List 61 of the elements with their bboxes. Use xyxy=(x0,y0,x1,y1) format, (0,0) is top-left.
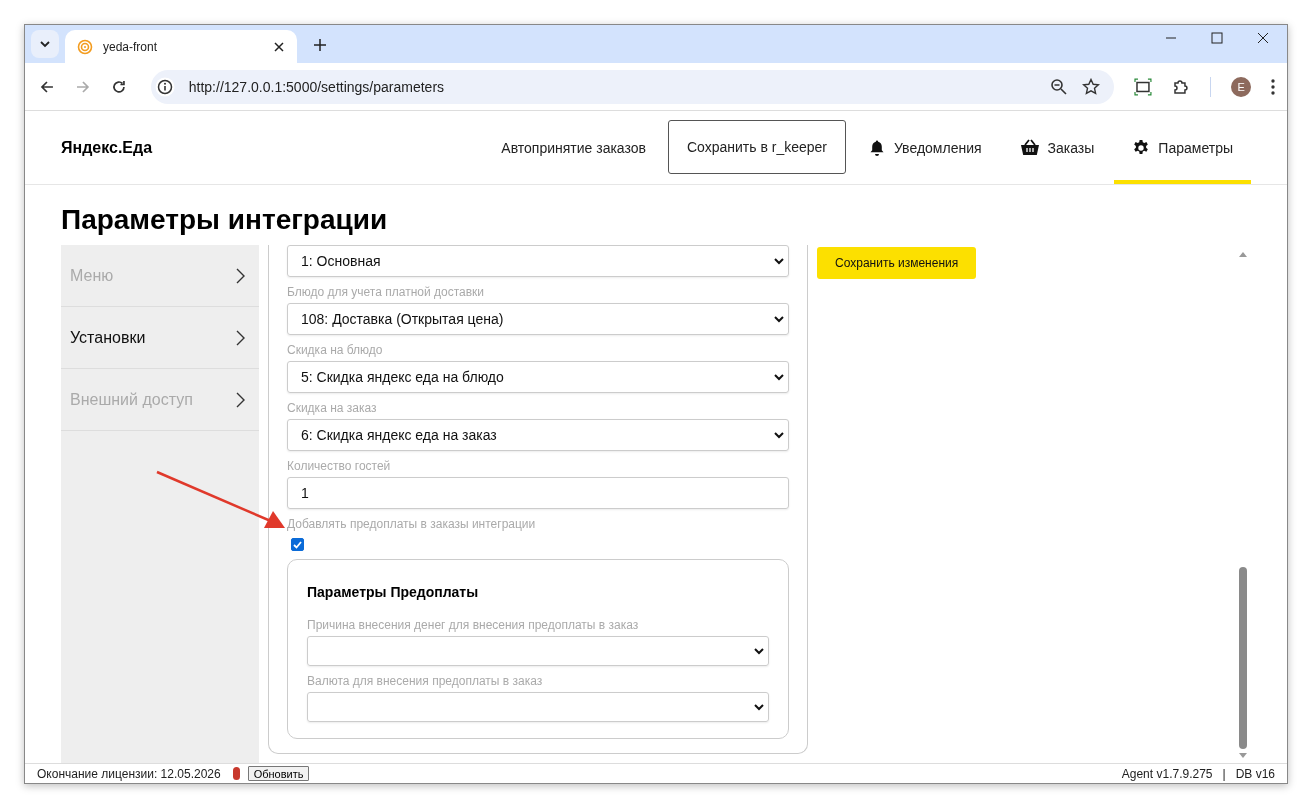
address-bar[interactable]: http://127.0.0.1:5000/settings/parameters xyxy=(150,69,1115,104)
field-label: Валюта для внесения предоплаты в заказ xyxy=(307,674,544,688)
chevron-down-icon xyxy=(774,315,784,323)
chevron-down-icon xyxy=(39,38,51,50)
field-label: Причина внесения денег для внесения предоплаты в заказ xyxy=(307,618,640,632)
info-icon[interactable] xyxy=(154,76,175,97)
nav-link[interactable]: Сохранить в r_keeper xyxy=(667,120,846,174)
dropdown[interactable]: 5: Скидка яндекс еда на блюдо xyxy=(287,361,789,393)
separator: | xyxy=(1222,766,1226,781)
zoom-out-icon[interactable] xyxy=(1050,77,1069,96)
scrollbar-thumb[interactable] xyxy=(1239,567,1247,749)
nav-link[interactable]: Уведомления xyxy=(850,111,1000,184)
close-icon[interactable] xyxy=(273,40,285,53)
dropdown[interactable]: 1: Основная xyxy=(287,245,789,277)
gear-icon xyxy=(1132,138,1151,157)
page-title: Параметры интеграции xyxy=(60,203,389,237)
maximize-icon[interactable] xyxy=(1211,32,1223,44)
sidebar-item[interactable]: Установки xyxy=(61,307,259,369)
scroll-down-icon[interactable] xyxy=(1238,753,1248,759)
star-icon[interactable] xyxy=(1082,77,1101,96)
more-icon[interactable] xyxy=(1271,78,1275,95)
chevron-right-icon xyxy=(235,391,245,408)
profile-avatar[interactable]: E xyxy=(1231,76,1252,97)
checkbox[interactable] xyxy=(291,538,304,551)
nav-link[interactable]: Заказы xyxy=(1001,111,1113,184)
chevron-down-icon xyxy=(754,647,764,655)
license-text: Окончание лицензии: 12.05.2026 xyxy=(37,766,221,781)
reload-icon[interactable] xyxy=(110,78,127,95)
brand-logo[interactable]: Яндекс.Еда xyxy=(61,138,153,157)
nav-link[interactable]: Параметры xyxy=(1114,111,1251,184)
field-label: Количество гостей xyxy=(287,459,392,473)
chevron-right-icon xyxy=(235,329,245,346)
new-tab-icon[interactable] xyxy=(313,38,327,52)
dropdown[interactable]: 6: Скидка яндекс еда на заказ xyxy=(287,419,789,451)
nav-link[interactable]: Автопринятие заказов xyxy=(483,111,664,184)
db-version: DB v16 xyxy=(1235,766,1275,781)
field-label: Скидка на блюдо xyxy=(287,343,384,357)
field-label: Скидка на заказ xyxy=(287,401,378,415)
chevron-down-icon xyxy=(774,431,784,439)
input-field[interactable]: 1 xyxy=(287,477,789,509)
chevron-right-icon xyxy=(235,267,245,284)
puzzle-icon[interactable] xyxy=(1172,77,1191,96)
tab-title: yeda-front xyxy=(103,39,159,54)
browser-tab[interactable]: yeda-front xyxy=(65,30,297,63)
chevron-down-icon xyxy=(774,373,784,381)
close-icon[interactable] xyxy=(1257,32,1269,44)
tab-search-button[interactable] xyxy=(31,30,59,58)
refresh-button[interactable]: Обновить xyxy=(247,766,310,781)
chevron-down-icon xyxy=(754,703,764,711)
spiral-logo-icon xyxy=(77,38,93,55)
section-title: Параметры Предоплаты xyxy=(307,584,480,600)
chevron-down-icon xyxy=(774,257,784,265)
bell-icon xyxy=(868,138,886,157)
screen-capture-icon[interactable] xyxy=(1134,77,1153,96)
save-button[interactable]: Сохранить изменения xyxy=(817,247,977,279)
basket-icon xyxy=(1019,138,1040,157)
field-label: Блюдо для учета платной доставки xyxy=(287,285,485,299)
scroll-up-icon[interactable] xyxy=(1238,251,1248,257)
agent-version: Agent v1.7.9.275 xyxy=(1121,766,1213,781)
field-label: Добавлять предоплаты в заказы интеграции xyxy=(287,517,537,531)
dropdown[interactable]: 108: Доставка (Открытая цена) xyxy=(287,303,789,335)
